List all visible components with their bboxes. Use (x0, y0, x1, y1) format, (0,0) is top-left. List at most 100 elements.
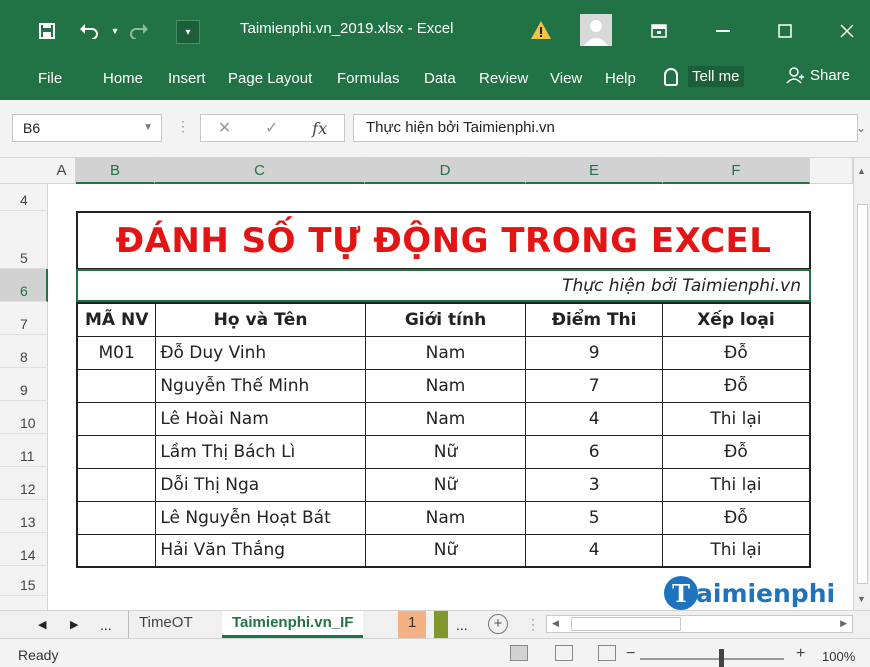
vertical-scroll-thumb[interactable] (857, 204, 868, 584)
cell-id[interactable] (76, 368, 157, 403)
row-header-4[interactable]: 4 (0, 184, 48, 211)
cell-name[interactable]: Lầm Thị Bách Lì (155, 434, 366, 469)
close-icon[interactable] (832, 16, 862, 46)
sheets-left-ellipsis[interactable]: ... (100, 617, 112, 633)
tab-file[interactable]: File (38, 68, 62, 90)
sheet-tab-2[interactable] (434, 611, 448, 638)
row-header-11[interactable]: 11 (0, 434, 48, 467)
cell-name[interactable]: Dỗi Thị Nga (155, 467, 366, 502)
redo-icon[interactable] (126, 18, 152, 44)
minimize-icon[interactable] (708, 16, 738, 46)
header-cell-name[interactable]: Họ và Tên (155, 302, 366, 337)
column-header-f[interactable]: F (663, 158, 810, 184)
tab-split-grip-icon[interactable]: ⋮ (526, 616, 540, 633)
cell-id[interactable] (76, 467, 157, 502)
tab-data[interactable]: Data (424, 68, 456, 90)
tab-view[interactable]: View (550, 68, 582, 90)
share-button[interactable]: Share (786, 66, 850, 84)
row-header-13[interactable]: 13 (0, 500, 48, 533)
column-header-a[interactable]: A (48, 158, 76, 184)
cell-id[interactable] (76, 434, 157, 469)
row-header-6[interactable]: 6 (0, 269, 48, 302)
row-header-8[interactable]: 8 (0, 335, 48, 368)
cell-score[interactable]: 3 (525, 467, 663, 502)
scroll-up-icon[interactable]: ▲ (857, 166, 866, 176)
cell-rank[interactable]: Đỗ (661, 434, 811, 469)
cell-rank[interactable]: Thi lại (661, 401, 811, 436)
expand-formula-bar-icon[interactable]: ⌄ (856, 114, 866, 142)
normal-view-icon[interactable] (510, 645, 528, 661)
cell-score[interactable]: 5 (525, 500, 663, 535)
subtitle-cell-selected[interactable]: Thực hiện bởi Taimienphi.vn (76, 269, 811, 302)
cell-name[interactable]: Nguyễn Thế Minh (155, 368, 366, 403)
warning-icon[interactable] (530, 20, 552, 40)
cell-score[interactable]: 7 (525, 368, 663, 403)
sheets-right-ellipsis[interactable]: ... (456, 617, 468, 633)
cell-name[interactable]: Đỗ Duy Vinh (155, 335, 366, 370)
cell-gender[interactable]: Nam (364, 401, 527, 436)
tab-insert[interactable]: Insert (168, 68, 206, 90)
ribbon-display-options-icon[interactable] (644, 16, 674, 46)
scroll-left-icon[interactable]: ◀ (552, 618, 559, 629)
cell-score[interactable]: 9 (525, 335, 663, 370)
row-header-15[interactable]: 15 (0, 566, 48, 596)
sheet-title-cell[interactable]: ĐÁNH SỐ TỰ ĐỘNG TRONG EXCEL (76, 211, 811, 269)
column-header-c[interactable]: C (155, 158, 365, 184)
horizontal-scroll-thumb[interactable] (571, 617, 681, 631)
cell-name[interactable]: Hải Văn Thắng (155, 533, 366, 568)
cell-id[interactable]: M01 (76, 335, 157, 370)
cell-gender[interactable]: Nam (364, 500, 527, 535)
formula-bar-grip-icon[interactable]: ⋮ (176, 118, 190, 135)
cell-rank[interactable]: Thi lại (661, 467, 811, 502)
cell-id[interactable] (76, 533, 157, 568)
page-break-view-icon[interactable] (598, 645, 616, 661)
row-header-10[interactable]: 10 (0, 401, 48, 434)
page-layout-view-icon[interactable] (555, 645, 573, 661)
row-header-12[interactable]: 12 (0, 467, 48, 500)
tab-page-layout[interactable]: Page Layout (228, 68, 312, 90)
header-cell-rank[interactable]: Xếp loại (661, 302, 811, 337)
cell-rank[interactable]: Đỗ (661, 335, 811, 370)
header-cell-score[interactable]: Điểm Thi (525, 302, 663, 337)
tab-help[interactable]: Help (605, 68, 636, 90)
insert-function-icon[interactable]: fx (312, 119, 327, 138)
scroll-down-icon[interactable]: ▼ (857, 594, 866, 604)
cell-gender[interactable]: Nữ (364, 434, 527, 469)
save-icon[interactable] (34, 18, 60, 44)
cell-score[interactable]: 4 (525, 401, 663, 436)
row-header-9[interactable]: 9 (0, 368, 48, 401)
row-header-14[interactable]: 14 (0, 533, 48, 566)
scroll-right-icon[interactable]: ▶ (840, 618, 847, 629)
cell-rank[interactable]: Thi lại (661, 533, 811, 568)
customize-quick-access-icon[interactable]: ▾ (176, 20, 200, 44)
column-header-b[interactable]: B (76, 158, 155, 184)
add-sheet-button[interactable]: + (488, 614, 508, 634)
sheet-tab-timeot[interactable]: TimeOT (128, 611, 203, 638)
cell-name[interactable]: Lê Nguyễn Hoạt Bát (155, 500, 366, 535)
row-header-7[interactable]: 7 (0, 302, 48, 335)
cell-id[interactable] (76, 401, 157, 436)
maximize-icon[interactable] (770, 16, 800, 46)
cell-gender[interactable]: Nam (364, 335, 527, 370)
cell-gender[interactable]: Nữ (364, 467, 527, 502)
zoom-slider-thumb[interactable] (719, 649, 724, 667)
cell-gender[interactable]: Nam (364, 368, 527, 403)
sheet-tab-taimienphi-if[interactable]: Taimienphi.vn_IF (222, 611, 364, 638)
name-box[interactable]: B6 ▼ (12, 114, 162, 142)
cell-gender[interactable]: Nữ (364, 533, 527, 568)
cell-score[interactable]: 6 (525, 434, 663, 469)
column-header-d[interactable]: D (365, 158, 526, 184)
vertical-scrollbar[interactable]: ▲ ▼ (853, 158, 870, 610)
header-cell-gender[interactable]: Giới tính (364, 302, 527, 337)
zoom-slider-track[interactable] (640, 658, 784, 660)
cancel-icon[interactable]: ✕ (218, 118, 231, 138)
column-header-g[interactable] (810, 158, 853, 184)
header-cell-id[interactable]: MÃ NV (76, 302, 157, 337)
prev-sheet-icon[interactable]: ◀ (38, 618, 46, 631)
horizontal-scrollbar[interactable]: ◀ ▶ (546, 615, 853, 633)
tell-me-box[interactable]: Tell me (664, 66, 744, 87)
cell-rank[interactable]: Đỗ (661, 500, 811, 535)
zoom-in-button[interactable]: + (796, 645, 805, 663)
tab-review[interactable]: Review (479, 68, 528, 90)
zoom-out-button[interactable]: − (626, 645, 635, 663)
